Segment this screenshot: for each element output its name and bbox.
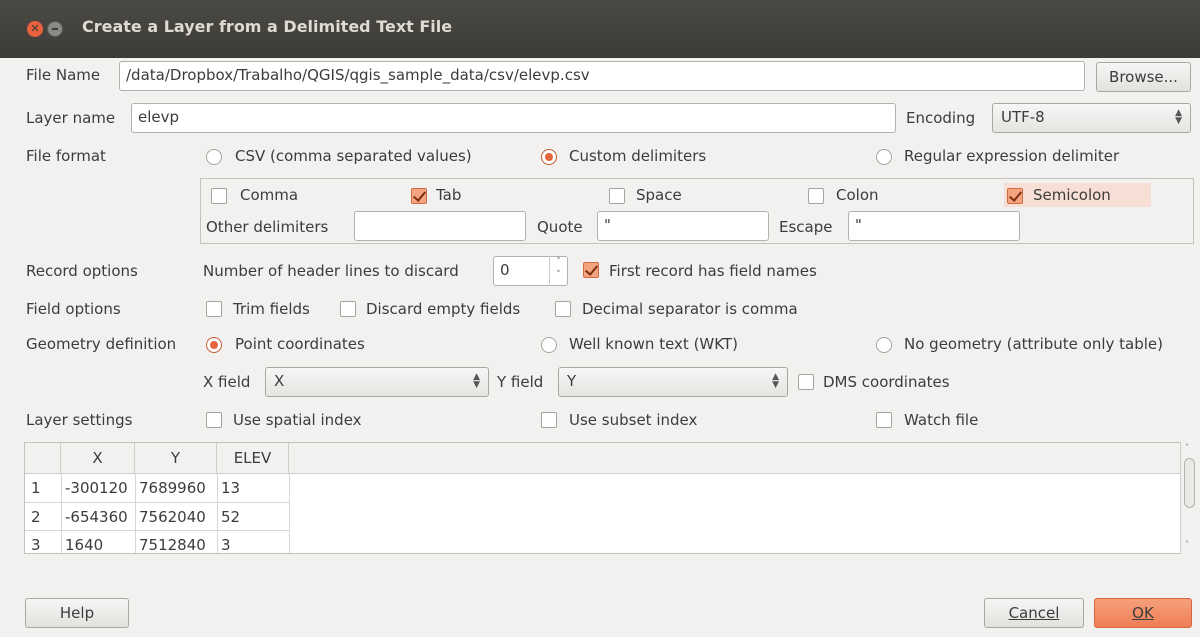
sample-data-table[interactable]: X Y ELEV 1 -300120 7689960 13 2 -654360 … [24, 442, 1197, 554]
corner-header [25, 443, 61, 474]
decimal-comma-label: Decimal separator is comma [582, 300, 798, 318]
table-cell[interactable]: 7512840 [135, 531, 217, 553]
checkbox-discard-empty[interactable] [340, 301, 356, 317]
row-number: 3 [31, 536, 41, 554]
table-cell[interactable]: -300120 [61, 474, 135, 502]
escape-input[interactable]: " [848, 211, 1020, 241]
y-field-label: Y field [497, 373, 544, 391]
header-lines-label: Number of header lines to discard [203, 262, 459, 280]
watch-file-label: Watch file [904, 411, 979, 429]
table-cell[interactable]: 7689960 [135, 474, 217, 502]
combo-arrows-icon: ▲ ▼ [1175, 108, 1182, 126]
table-vertical-scrollbar[interactable]: ˄ ˅ [1180, 442, 1197, 554]
cancel-button[interactable]: Cancel [984, 598, 1084, 628]
checkbox-tab-label: Tab [436, 186, 462, 204]
checkbox-subset-index[interactable] [541, 412, 557, 428]
column-header-elev[interactable]: ELEV [217, 443, 289, 474]
browse-button[interactable]: Browse... [1096, 62, 1191, 92]
checkbox-colon-label: Colon [836, 186, 879, 204]
checkbox-comma[interactable] [211, 188, 227, 204]
layer-settings-label: Layer settings [26, 411, 133, 429]
combo-arrows-icon: ▲ ▼ [772, 372, 779, 390]
checkbox-comma-label: Comma [240, 186, 299, 204]
close-window-icon[interactable]: ✕ [27, 21, 43, 37]
spatial-index-label: Use spatial index [233, 411, 362, 429]
quote-input[interactable]: " [597, 211, 769, 241]
checkbox-semicolon-label: Semicolon [1033, 186, 1111, 204]
radio-point-coordinates[interactable] [206, 337, 222, 353]
file-name-label: File Name [26, 66, 101, 84]
minimize-window-icon[interactable] [47, 21, 63, 37]
radio-regex-label: Regular expression delimiter [904, 147, 1120, 165]
y-field-value: Y [567, 372, 577, 390]
x-field-label: X field [203, 373, 251, 391]
table-cell[interactable]: -654360 [61, 503, 135, 531]
table-cell[interactable]: 13 [217, 474, 289, 502]
window-titlebar: ✕ Create a Layer from a Delimited Text F… [0, 0, 1200, 58]
y-field-select[interactable]: Y ▲ ▼ [558, 367, 788, 397]
checkbox-watch-file[interactable] [876, 412, 892, 428]
table-cell[interactable]: 52 [217, 503, 289, 531]
column-header-y[interactable]: Y [135, 443, 217, 474]
col-divider [289, 474, 290, 553]
table-cell[interactable]: 3 [217, 531, 289, 553]
dms-label: DMS coordinates [823, 373, 950, 391]
row-number: 1 [31, 479, 41, 497]
encoding-value: UTF-8 [1001, 108, 1045, 126]
row-number: 2 [31, 508, 41, 526]
table-cell[interactable]: 1640 [61, 531, 135, 553]
first-record-label: First record has field names [609, 262, 817, 280]
file-name-input[interactable]: /data/Dropbox/Trabalho/QGIS/qgis_sample_… [119, 61, 1085, 91]
help-button[interactable]: Help [25, 598, 129, 628]
checkbox-space-label: Space [636, 186, 682, 204]
spinbox-arrows-icon[interactable]: ˄ ˅ [549, 256, 567, 286]
scroll-down-icon[interactable]: ˅ [1185, 540, 1189, 549]
scrollbar-thumb[interactable] [1184, 458, 1195, 508]
point-coordinates-label: Point coordinates [235, 335, 365, 353]
radio-custom-delimiters-label: Custom delimiters [569, 147, 707, 165]
other-delimiters-input[interactable] [354, 211, 526, 241]
trim-fields-label: Trim fields [233, 300, 310, 318]
radio-wkt[interactable] [541, 337, 557, 353]
window-title: Create a Layer from a Delimited Text Fil… [82, 17, 453, 36]
checkbox-spatial-index[interactable] [206, 412, 222, 428]
scroll-up-icon[interactable]: ˄ [1185, 443, 1189, 452]
escape-label: Escape [779, 218, 833, 236]
radio-custom-delimiters[interactable] [541, 149, 557, 165]
header-lines-value: 0 [500, 261, 510, 279]
column-header-x[interactable]: X [61, 443, 135, 474]
wkt-label: Well known text (WKT) [569, 335, 738, 353]
radio-csv-label: CSV (comma separated values) [235, 147, 472, 165]
checkbox-space[interactable] [609, 188, 625, 204]
radio-regex[interactable] [876, 149, 892, 165]
table-cell[interactable]: 7562040 [135, 503, 217, 531]
quote-label: Quote [537, 218, 583, 236]
checkbox-tab[interactable] [411, 188, 427, 204]
layer-name-label: Layer name [26, 109, 116, 127]
discard-empty-label: Discard empty fields [366, 300, 521, 318]
subset-index-label: Use subset index [569, 411, 698, 429]
radio-no-geometry[interactable] [876, 337, 892, 353]
checkbox-semicolon[interactable] [1007, 188, 1023, 204]
ok-button[interactable]: OK [1094, 598, 1192, 628]
checkbox-dms[interactable] [798, 374, 814, 390]
checkbox-colon[interactable] [808, 188, 824, 204]
x-field-select[interactable]: X ▲ ▼ [265, 367, 489, 397]
encoding-label: Encoding [906, 109, 976, 127]
no-geometry-label: No geometry (attribute only table) [904, 335, 1164, 353]
other-delimiters-label: Other delimiters [206, 218, 329, 236]
radio-csv[interactable] [206, 149, 222, 165]
record-options-label: Record options [26, 262, 138, 280]
x-field-value: X [274, 372, 285, 390]
checkbox-decimal-comma[interactable] [555, 301, 571, 317]
checkbox-first-record[interactable] [583, 262, 599, 278]
file-format-label: File format [26, 147, 106, 165]
geometry-definition-label: Geometry definition [26, 335, 177, 353]
checkbox-trim-fields[interactable] [206, 301, 222, 317]
combo-arrows-icon: ▲ ▼ [473, 372, 480, 390]
field-options-label: Field options [26, 300, 121, 318]
layer-name-input[interactable]: elevp [131, 103, 896, 133]
encoding-select[interactable]: UTF-8 ▲ ▼ [992, 103, 1191, 133]
